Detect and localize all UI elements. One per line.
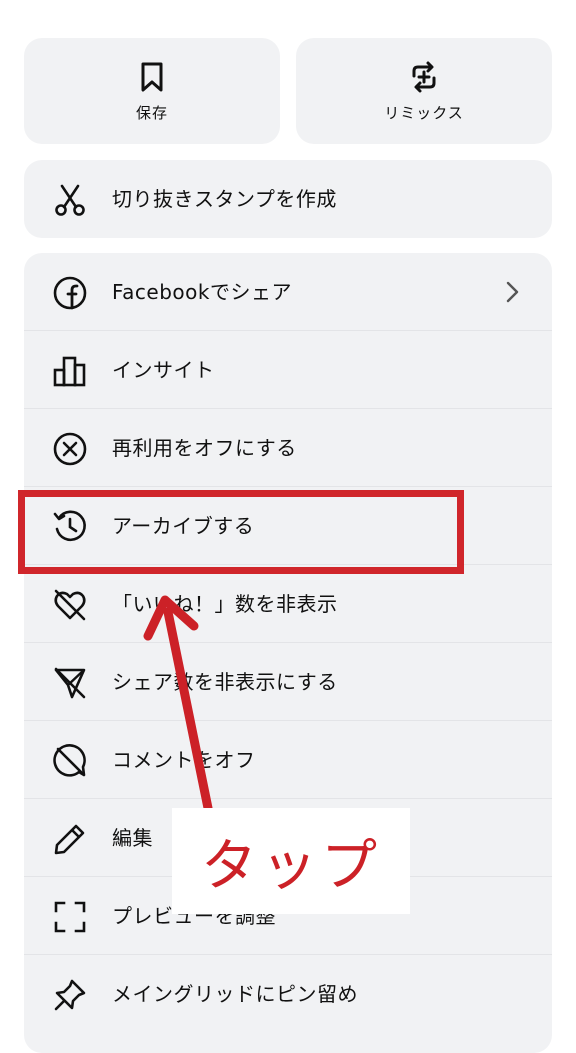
menu-item-label: Facebookでシェア: [112, 280, 292, 304]
x-circle-icon: [53, 432, 87, 466]
menu-row-share-facebook[interactable]: Facebookでシェア: [24, 253, 552, 331]
menu-row-pin-to-grid[interactable]: メイングリッドにピン留め: [24, 955, 552, 1033]
pin-icon: [54, 979, 86, 1011]
remix-label: リミックス: [384, 103, 464, 122]
menu-item-label: 再利用をオフにする: [112, 436, 297, 460]
remix-button[interactable]: リミックス: [296, 38, 552, 144]
facebook-icon: [53, 276, 87, 310]
save-label: 保存: [135, 103, 168, 122]
comment-off-icon: [53, 744, 86, 777]
menu-row-insights[interactable]: インサイト: [24, 331, 552, 409]
menu-item-label: シェア数を非表示にする: [112, 670, 338, 694]
menu-row-cutout[interactable]: 切り抜きスタンプを作成: [24, 160, 552, 238]
menu-item-label: コメントをオフ: [112, 748, 256, 772]
menu-item-label: 「いいね！」数を非表示: [112, 592, 338, 616]
crop-corners-icon: [54, 901, 86, 933]
save-button[interactable]: 保存: [24, 38, 280, 144]
menu-row-hide-like-count[interactable]: 「いいね！」数を非表示: [24, 565, 552, 643]
remix-icon: [412, 61, 436, 92]
menu-item-label: メイングリッドにピン留め: [112, 982, 358, 1006]
heart-off-icon: [54, 589, 86, 621]
menu-list: Facebookでシェア インサイト 再利用をオフにする アーカイブする 「いい…: [24, 253, 552, 1053]
pencil-icon: [54, 824, 85, 855]
bookmark-icon: [141, 62, 163, 91]
menu-row-turn-off-reuse[interactable]: 再利用をオフにする: [24, 409, 552, 487]
cutout-label: 切り抜きスタンプを作成: [112, 187, 337, 211]
chevron-right-icon: [506, 281, 519, 303]
menu-item-label: 編集: [112, 826, 153, 850]
create-cutout-sticker-button[interactable]: 切り抜きスタンプを作成: [24, 160, 552, 238]
menu-row-hide-share-count[interactable]: シェア数を非表示にする: [24, 643, 552, 721]
tap-callout: タップ: [172, 808, 410, 914]
tap-callout-text: タップ: [201, 833, 381, 899]
archive-highlight-box: [18, 490, 464, 574]
scissors-icon: [55, 184, 85, 216]
share-off-icon: [54, 667, 86, 699]
menu-item-label: インサイト: [112, 358, 215, 382]
bar-chart-icon: [53, 356, 86, 387]
menu-row-turn-off-comments[interactable]: コメントをオフ: [24, 721, 552, 799]
